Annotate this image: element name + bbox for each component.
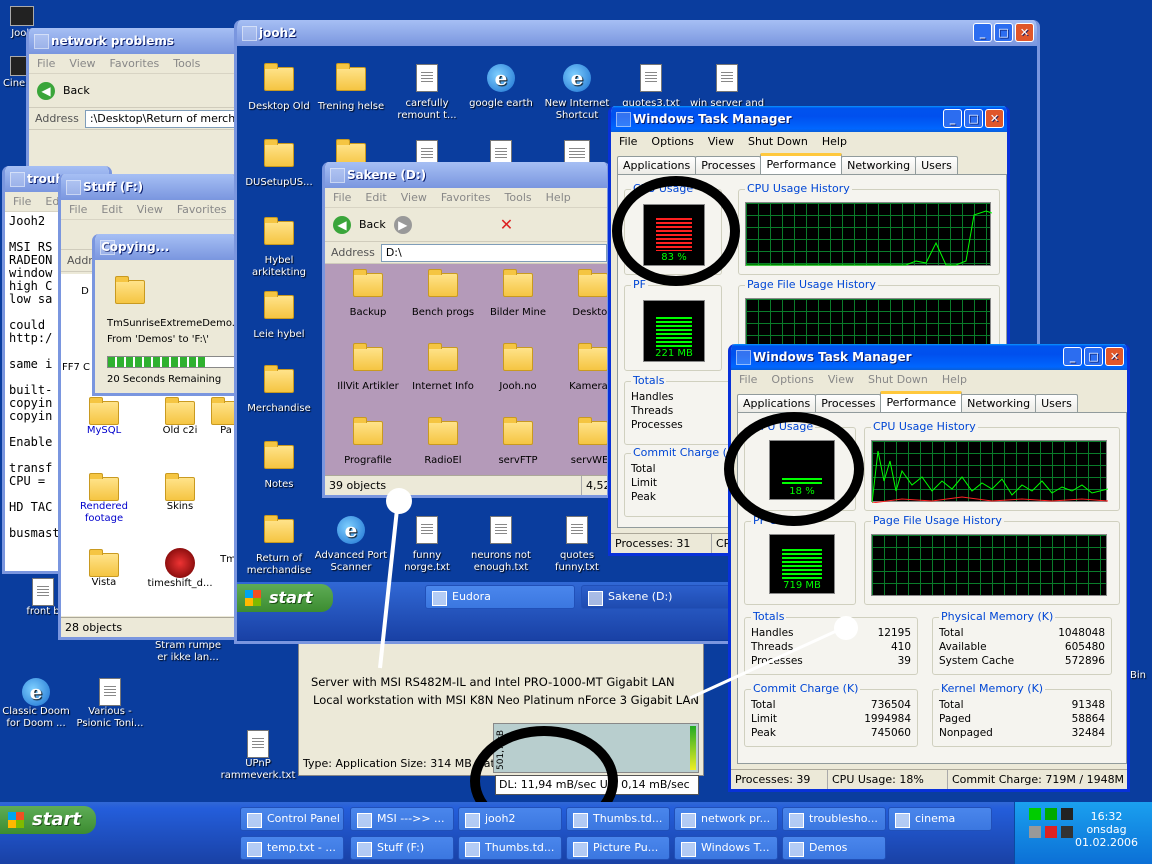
taskbar-button[interactable]: Control Panel <box>240 807 344 831</box>
volume-icon[interactable] <box>1029 826 1041 838</box>
system-tray: 16:32 onsdag 01.02.2006 <box>1014 802 1152 864</box>
taskbar-button[interactable]: jooh2 <box>458 807 562 831</box>
filezilla-icon[interactable] <box>1045 826 1057 838</box>
tab-performance[interactable]: Performance <box>760 153 843 174</box>
callout-lines <box>378 499 846 700</box>
taskbar-button[interactable]: Thumbs.td... <box>458 836 562 860</box>
taskbar-button[interactable]: Demos <box>782 836 886 860</box>
taskbar-button[interactable]: MSI --->> ... <box>350 807 454 831</box>
tray-icon[interactable] <box>1045 808 1057 820</box>
taskbar-button[interactable]: troublesho... <box>782 807 886 831</box>
taskbar-button[interactable]: cinema <box>888 807 992 831</box>
clock[interactable]: 16:32 onsdag 01.02.2006 <box>1075 810 1138 849</box>
taskbar-button[interactable]: temp.txt - ... <box>240 836 344 860</box>
taskbar-button[interactable]: Thumbs.td... <box>566 807 670 831</box>
taskbar-button[interactable]: network pr... <box>674 807 778 831</box>
tray-icon[interactable] <box>1029 808 1041 820</box>
tab-performance[interactable]: Performance <box>880 391 963 412</box>
tray-icon[interactable] <box>1061 826 1073 838</box>
taskbar: start 16:32 onsdag 01.02.2006 Control Pane… <box>0 802 1152 864</box>
taskbar-button[interactable]: Stuff (F:) <box>350 836 454 860</box>
taskbar-button[interactable]: Windows T... <box>674 836 778 860</box>
taskbar-button[interactable]: Picture Pu... <box>566 836 670 860</box>
start-button[interactable]: start <box>0 806 96 834</box>
callout-dot-2 <box>834 616 858 640</box>
callout-dot-1 <box>386 488 412 514</box>
steam-icon[interactable] <box>1061 808 1073 820</box>
